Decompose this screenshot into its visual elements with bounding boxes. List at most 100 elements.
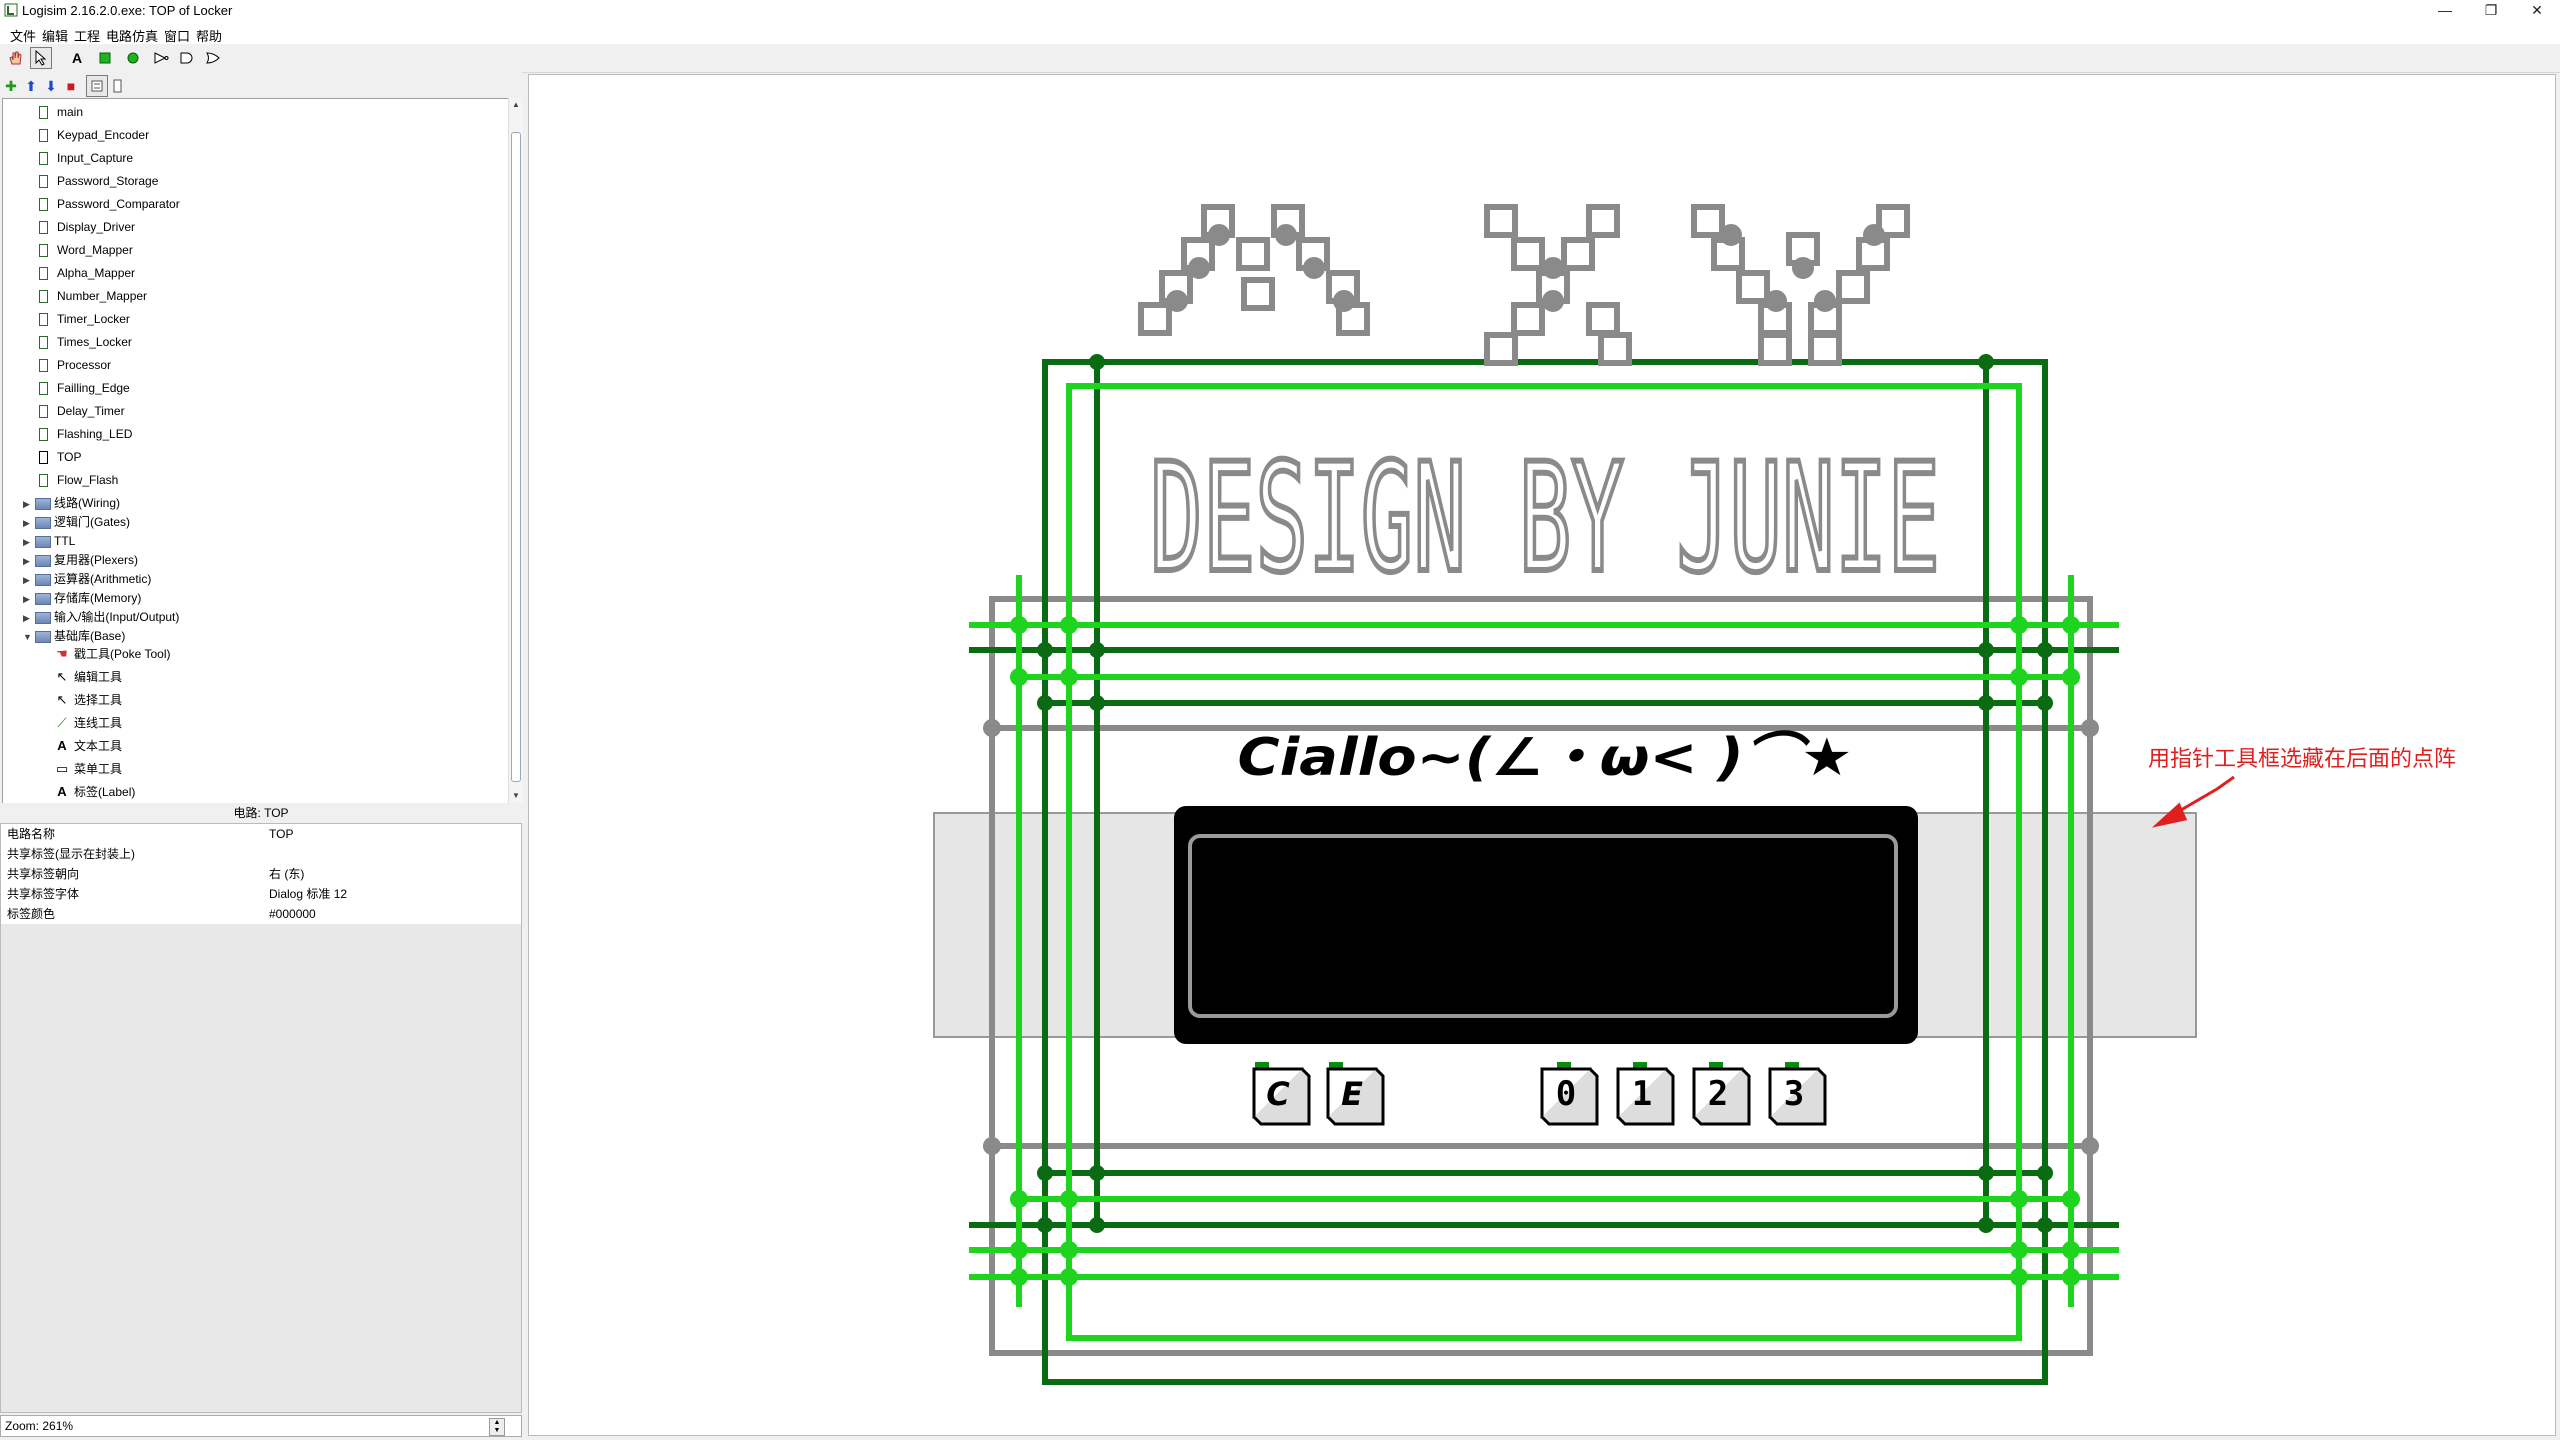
tree-item-keypad-encoder[interactable]: Keypad_Encoder bbox=[39, 124, 149, 146]
input-pin-icon bbox=[99, 52, 111, 64]
plus-icon: ✚ bbox=[5, 77, 17, 94]
edit-layout-button[interactable] bbox=[86, 75, 108, 97]
tool-label: 菜单工具 bbox=[74, 762, 123, 776]
menu-simulate[interactable]: 电路仿真 bbox=[106, 26, 158, 45]
add-not-gate-button[interactable] bbox=[150, 47, 172, 69]
tool-menu[interactable]: ▭ 菜单工具 bbox=[55, 758, 122, 780]
circuit-icon bbox=[39, 290, 48, 304]
property-row[interactable]: 共享标签字体 Dialog 标准 12 bbox=[1, 884, 521, 904]
property-key: 电路名称 bbox=[7, 827, 56, 841]
property-value[interactable]: #000000 bbox=[269, 904, 316, 924]
text-icon: A bbox=[57, 738, 67, 753]
tree-item-times-locker[interactable]: Times_Locker bbox=[39, 331, 132, 353]
tree-item-input-capture[interactable]: Input_Capture bbox=[39, 147, 133, 169]
tool-label: 标签(Label) bbox=[74, 785, 136, 799]
circuit-icon bbox=[39, 474, 48, 488]
keypad-button-3[interactable]: 3 bbox=[1768, 1062, 1827, 1126]
property-value[interactable]: 右 (东) bbox=[269, 864, 304, 884]
properties-header: 电路: TOP bbox=[0, 803, 522, 823]
add-and-gate-button[interactable] bbox=[176, 47, 198, 69]
tree-item-label: Processor bbox=[57, 358, 112, 372]
pixel-glyph-x bbox=[1484, 204, 1632, 366]
menu-help[interactable]: 帮助 bbox=[196, 26, 222, 45]
tree-item-flashing-led[interactable]: Flashing_LED bbox=[39, 423, 132, 445]
property-key: 标签颜色 bbox=[7, 907, 56, 921]
move-down-button[interactable]: ⬇ bbox=[40, 75, 62, 97]
tree-item-number-mapper[interactable]: Number_Mapper bbox=[39, 285, 147, 307]
property-row[interactable]: 标签颜色 #000000 bbox=[1, 904, 521, 924]
tool-poke[interactable]: ☚ 戳工具(Poke Tool) bbox=[55, 643, 170, 665]
folder-icon bbox=[35, 497, 51, 510]
tree-item-main[interactable]: main bbox=[39, 101, 83, 123]
tool-label[interactable]: A 标签(Label) bbox=[55, 781, 135, 803]
arrow-pointer-icon bbox=[35, 50, 47, 66]
collapse-arrow-icon[interactable]: ▼ bbox=[23, 626, 35, 648]
keypad-button-2[interactable]: 2 bbox=[1692, 1062, 1751, 1126]
minimize-button[interactable]: — bbox=[2422, 0, 2468, 22]
restore-button[interactable]: ❐ bbox=[2468, 0, 2514, 22]
keypad-button-e[interactable]: E bbox=[1326, 1062, 1385, 1126]
magnifier-circuit-icon bbox=[39, 451, 48, 465]
explorer-scrollbar[interactable]: ▲ ▼ bbox=[508, 98, 523, 803]
move-up-button[interactable]: ⬆ bbox=[20, 75, 42, 97]
tree-item-label: Failling_Edge bbox=[57, 381, 130, 395]
tree-item-flow-flash[interactable]: Flow_Flash bbox=[39, 469, 118, 491]
tool-select[interactable]: ↖ 选择工具 bbox=[55, 689, 122, 711]
tool-label: 选择工具 bbox=[74, 693, 123, 707]
tool-label: 编辑工具 bbox=[74, 670, 123, 684]
zoom-control[interactable]: Zoom: 261% ▲ ▼ bbox=[0, 1415, 522, 1437]
tree-item-label: Password_Comparator bbox=[57, 197, 180, 211]
edit-appearance-button[interactable] bbox=[106, 75, 128, 97]
keypad-button-0[interactable]: 0 bbox=[1540, 1062, 1599, 1126]
tool-edit[interactable]: ↖ 编辑工具 bbox=[55, 666, 122, 688]
keypad-button-c[interactable]: C bbox=[1252, 1062, 1311, 1126]
property-value[interactable]: Dialog 标准 12 bbox=[269, 884, 347, 904]
banner-text: DESIGN BY JUNIE bbox=[1150, 432, 1940, 606]
tree-item-label: Alpha_Mapper bbox=[57, 266, 136, 280]
tool-wire[interactable]: ⟋ 连线工具 bbox=[55, 712, 122, 734]
tree-item-word-mapper[interactable]: Word_Mapper bbox=[39, 239, 133, 261]
menu-edit[interactable]: 编辑 bbox=[42, 26, 68, 45]
add-circuit-button[interactable]: ✚ bbox=[0, 75, 22, 97]
library-label: 输入/输出(Input/Output) bbox=[54, 610, 180, 624]
menu-window[interactable]: 窗口 bbox=[164, 26, 190, 45]
add-output-button[interactable] bbox=[122, 47, 144, 69]
property-key: 共享标签(显示在封装上) bbox=[7, 847, 135, 861]
circuit-icon bbox=[39, 405, 48, 419]
tree-item-password-comparator[interactable]: Password_Comparator bbox=[39, 193, 180, 215]
tree-item-timer-locker[interactable]: Timer_Locker bbox=[39, 308, 130, 330]
scroll-down-arrow-icon[interactable]: ▼ bbox=[509, 789, 523, 803]
folder-open-icon bbox=[35, 630, 51, 643]
close-button[interactable]: ✕ bbox=[2514, 0, 2560, 22]
tree-item-alpha-mapper[interactable]: Alpha_Mapper bbox=[39, 262, 135, 284]
scroll-up-arrow-icon[interactable]: ▲ bbox=[509, 98, 523, 112]
tool-text[interactable]: A 文本工具 bbox=[55, 735, 122, 757]
menu-project[interactable]: 工程 bbox=[74, 26, 100, 45]
text-tool-button[interactable]: A bbox=[66, 47, 88, 69]
scrollbar-thumb[interactable] bbox=[511, 132, 521, 782]
menu-file[interactable]: 文件 bbox=[10, 26, 36, 45]
tree-item-display-driver[interactable]: Display_Driver bbox=[39, 216, 135, 238]
keypad-button-1[interactable]: 1 bbox=[1616, 1062, 1675, 1126]
window-title: Logisim 2.16.2.0.exe: TOP of Locker bbox=[22, 3, 233, 18]
zoom-spinner[interactable]: ▲ ▼ bbox=[489, 1418, 505, 1436]
tool-label: 连线工具 bbox=[74, 716, 123, 730]
add-input-button[interactable] bbox=[94, 47, 116, 69]
property-row[interactable]: 共享标签(显示在封装上) bbox=[1, 844, 521, 864]
delete-circuit-button[interactable]: ■ bbox=[60, 75, 82, 97]
property-row[interactable]: 共享标签朝向 右 (东) bbox=[1, 864, 521, 884]
add-or-gate-button[interactable] bbox=[202, 47, 224, 69]
tree-item-failling-edge[interactable]: Failling_Edge bbox=[39, 377, 130, 399]
tree-item-processor[interactable]: Processor bbox=[39, 354, 111, 376]
select-tool-button[interactable] bbox=[30, 47, 52, 69]
tree-item-delay-timer[interactable]: Delay_Timer bbox=[39, 400, 125, 422]
property-value[interactable]: TOP bbox=[269, 824, 293, 844]
key-label: 3 bbox=[1784, 1074, 1804, 1114]
property-row[interactable]: 电路名称 TOP bbox=[1, 824, 521, 844]
property-key: 共享标签朝向 bbox=[7, 867, 80, 881]
tree-item-top[interactable]: TOP bbox=[39, 446, 81, 468]
library-label: 复用器(Plexers) bbox=[54, 553, 139, 567]
poke-tool-button[interactable] bbox=[4, 47, 26, 69]
library-label: TTL bbox=[54, 534, 76, 548]
tree-item-password-storage[interactable]: Password_Storage bbox=[39, 170, 158, 192]
